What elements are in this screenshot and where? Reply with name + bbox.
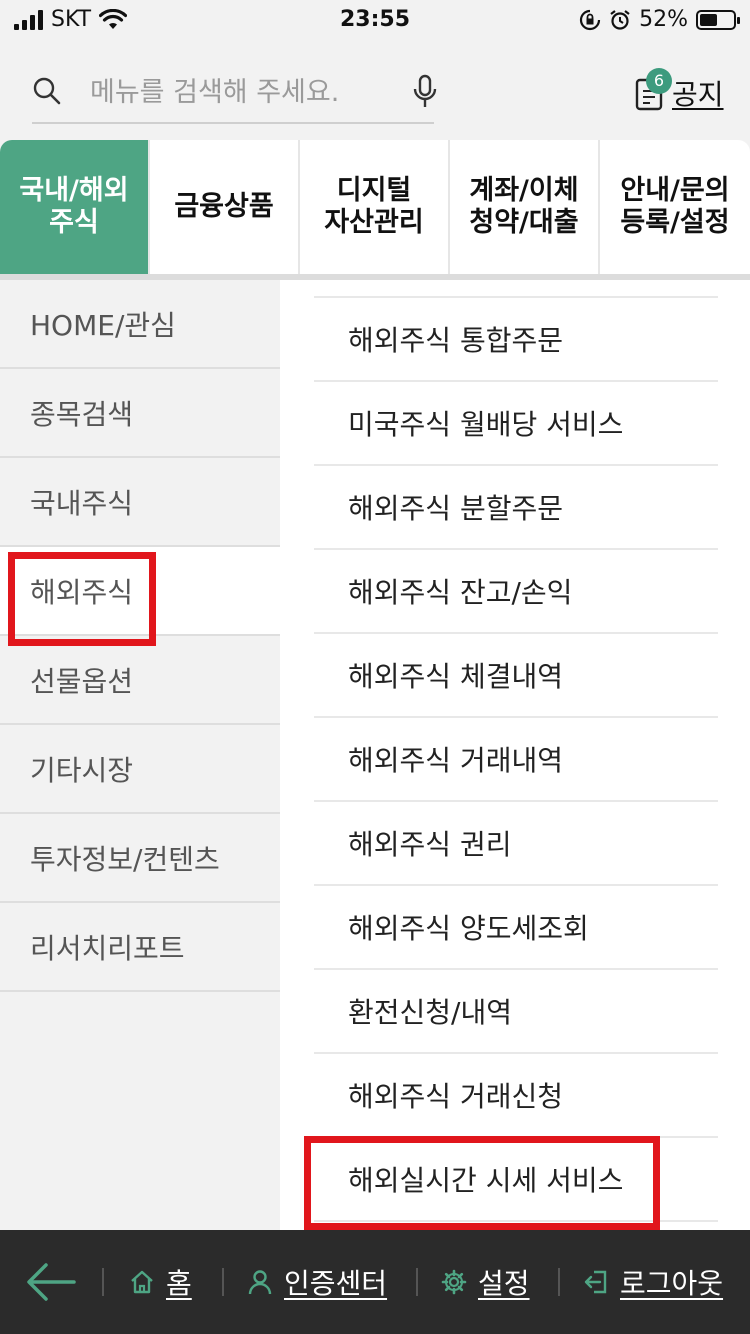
search-box[interactable] xyxy=(32,64,437,124)
submenu-item-execution-history[interactable]: 해외주식 체결내역 xyxy=(314,634,718,718)
sidebar-item-home-watchlist[interactable]: HOME/관심 xyxy=(0,280,280,369)
search-input[interactable] xyxy=(90,72,390,112)
bottom-separator xyxy=(102,1268,104,1296)
bottom-separator xyxy=(222,1268,224,1296)
notice-document-icon: 6 xyxy=(634,68,672,112)
auth-center-button[interactable]: 인증센터 xyxy=(246,1260,387,1304)
submenu-item-integrated-order[interactable]: 해외주식 통합주문 xyxy=(314,298,718,382)
logout-button[interactable]: 로그아웃 xyxy=(582,1260,723,1304)
submenu-item-split-order[interactable]: 해외주식 분할주문 xyxy=(314,466,718,550)
battery-icon xyxy=(696,9,740,30)
sidebar-item-futures-options[interactable]: 선물옵션 xyxy=(0,636,280,725)
sidebar-highlight-box xyxy=(8,552,156,646)
tab-financial-products[interactable]: 금융상품 xyxy=(150,140,300,274)
alarm-icon xyxy=(610,9,630,30)
rotation-lock-icon xyxy=(580,9,601,30)
settings-button[interactable]: 설정 xyxy=(440,1260,530,1304)
settings-label: 설정 xyxy=(478,1267,530,1300)
submenu-panel: 해외주식 통합주문 미국주식 월배당 서비스 해외주식 분할주문 해외주식 잔고… xyxy=(280,280,750,1230)
tab-account-transfer-loan[interactable]: 계좌/이체 청약/대출 xyxy=(450,140,600,274)
notice-button[interactable]: 6 공지 xyxy=(634,68,724,118)
status-bar: SKT 23:55 52% xyxy=(0,0,750,42)
sidebar-item-investment-info[interactable]: 투자정보/컨텐츠 xyxy=(0,814,280,903)
tab-domestic-overseas-stocks[interactable]: 국내/해외 주식 xyxy=(0,140,150,274)
person-icon xyxy=(248,1270,272,1295)
category-tabs: 국내/해외 주식 금융상품 디지털 자산관리 계좌/이체 청약/대출 안내/문의… xyxy=(0,140,750,280)
submenu-item-monthly-dividend[interactable]: 미국주식 월배당 서비스 xyxy=(314,382,718,466)
home-button[interactable]: 홈 xyxy=(128,1260,192,1304)
microphone-icon[interactable] xyxy=(412,74,438,110)
submenu-highlight-box xyxy=(304,1136,660,1230)
gear-icon xyxy=(441,1269,467,1295)
home-icon xyxy=(131,1270,153,1294)
submenu-item-capital-gains-tax[interactable]: 해외주식 양도세조회 xyxy=(314,886,718,970)
logout-label: 로그아웃 xyxy=(620,1267,724,1300)
logout-icon xyxy=(584,1270,607,1294)
submenu-item-transaction-history[interactable]: 해외주식 거래내역 xyxy=(314,718,718,802)
sidebar-item-stock-search[interactable]: 종목검색 xyxy=(0,369,280,458)
auth-center-label: 인증센터 xyxy=(284,1267,388,1300)
search-row: 6 공지 xyxy=(0,42,750,138)
sidebar-item-domestic-stocks[interactable]: 국내주식 xyxy=(0,458,280,547)
sidebar-item-other-markets[interactable]: 기타시장 xyxy=(0,725,280,814)
bottom-separator xyxy=(416,1268,418,1296)
submenu-item-rights[interactable]: 해외주식 권리 xyxy=(314,802,718,886)
submenu-item-currency-exchange[interactable]: 환전신청/내역 xyxy=(314,970,718,1054)
search-icon xyxy=(33,77,61,105)
bottom-bar: 홈 인증센터 설정 로그아웃 xyxy=(0,1230,750,1334)
notice-label: 공지 xyxy=(672,78,724,111)
submenu-item-trading-application[interactable]: 해외주식 거래신청 xyxy=(314,1054,718,1138)
bottom-separator xyxy=(558,1268,560,1296)
tab-guide-inquiry-settings[interactable]: 안내/문의 등록/설정 xyxy=(600,140,750,274)
submenu-list: 해외주식 통합주문 미국주식 월배당 서비스 해외주식 분할주문 해외주식 잔고… xyxy=(314,296,718,1222)
back-arrow-icon[interactable] xyxy=(26,1260,76,1304)
home-label: 홈 xyxy=(166,1267,192,1300)
status-right: 52% xyxy=(579,7,740,32)
submenu-item-balance-pnl[interactable]: 해외주식 잔고/손익 xyxy=(314,550,718,634)
battery-percent: 52% xyxy=(639,7,688,32)
sidebar-item-research-reports[interactable]: 리서치리포트 xyxy=(0,903,280,992)
notice-badge: 6 xyxy=(646,68,672,94)
tab-digital-asset-management[interactable]: 디지털 자산관리 xyxy=(300,140,450,274)
